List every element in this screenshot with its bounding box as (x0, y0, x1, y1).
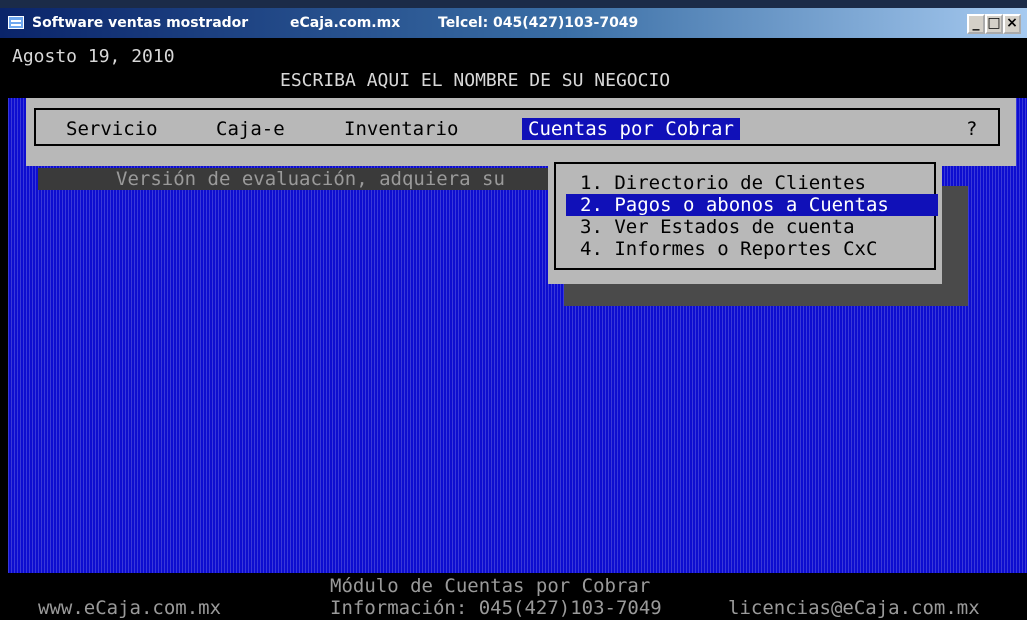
title-bar[interactable]: Software ventas mostrador eCaja.com.mx T… (0, 8, 1027, 38)
menu-item-cuentas-por-cobrar[interactable]: Cuentas por Cobrar (522, 118, 740, 140)
window-title-site: eCaja.com.mx (290, 15, 401, 31)
submenu-item-estados-cuenta[interactable]: 3. Ver Estados de cuenta (566, 216, 938, 238)
website-link: www.eCaja.com.mx (38, 597, 222, 619)
submenu-item-directorio-clientes[interactable]: 1. Directorio de Clientes (566, 172, 938, 194)
date-label: Agosto 19, 2010 (12, 46, 175, 67)
window-title-app: Software ventas mostrador (32, 15, 249, 31)
minimize-button[interactable]: _ (967, 14, 985, 34)
evaluation-notice-bar: Versión de evaluación, adquiera su (38, 168, 558, 190)
evaluation-notice: Versión de evaluación, adquiera su (116, 168, 505, 190)
console-area: Agosto 19, 2010 ESCRIBA AQUI EL NOMBRE D… (8, 38, 1027, 620)
info-phone: Información: 045(427)103-7049 (330, 597, 662, 619)
app-window-icon[interactable] (8, 16, 24, 29)
menu-item-caja-e[interactable]: Caja-e (210, 118, 291, 140)
submenu-item-pagos-abonos[interactable]: 2. Pagos o abonos a Cuentas (566, 194, 938, 216)
close-button[interactable]: × (1003, 14, 1021, 34)
license-email: licencias@eCaja.com.mx (728, 597, 980, 619)
submenu-item-informes-reportes[interactable]: 4. Informes o Reportes CxC (566, 238, 938, 260)
menu-item-help[interactable]: ? (960, 118, 983, 140)
business-name: ESCRIBA AQUI EL NOMBRE DE SU NEGOCIO (280, 70, 671, 91)
menu-frame: Servicio Caja-e Inventario Cuentas por C… (34, 108, 1000, 146)
window-title-phone: Telcel: 045(427)103-7049 (438, 15, 639, 31)
cuentas-submenu: 1. Directorio de Clientes 2. Pagos o abo… (548, 156, 942, 284)
menu-item-inventario[interactable]: Inventario (338, 118, 464, 140)
submenu-frame: 1. Directorio de Clientes 2. Pagos o abo… (554, 162, 938, 270)
menu-item-servicio[interactable]: Servicio (60, 118, 164, 140)
application-window: Software ventas mostrador eCaja.com.mx T… (0, 8, 1027, 620)
module-label: Módulo de Cuentas por Cobrar (330, 575, 651, 597)
status-footer: Módulo de Cuentas por Cobrar www.eCaja.c… (8, 573, 1027, 620)
maximize-button[interactable]: □ (985, 14, 1003, 34)
